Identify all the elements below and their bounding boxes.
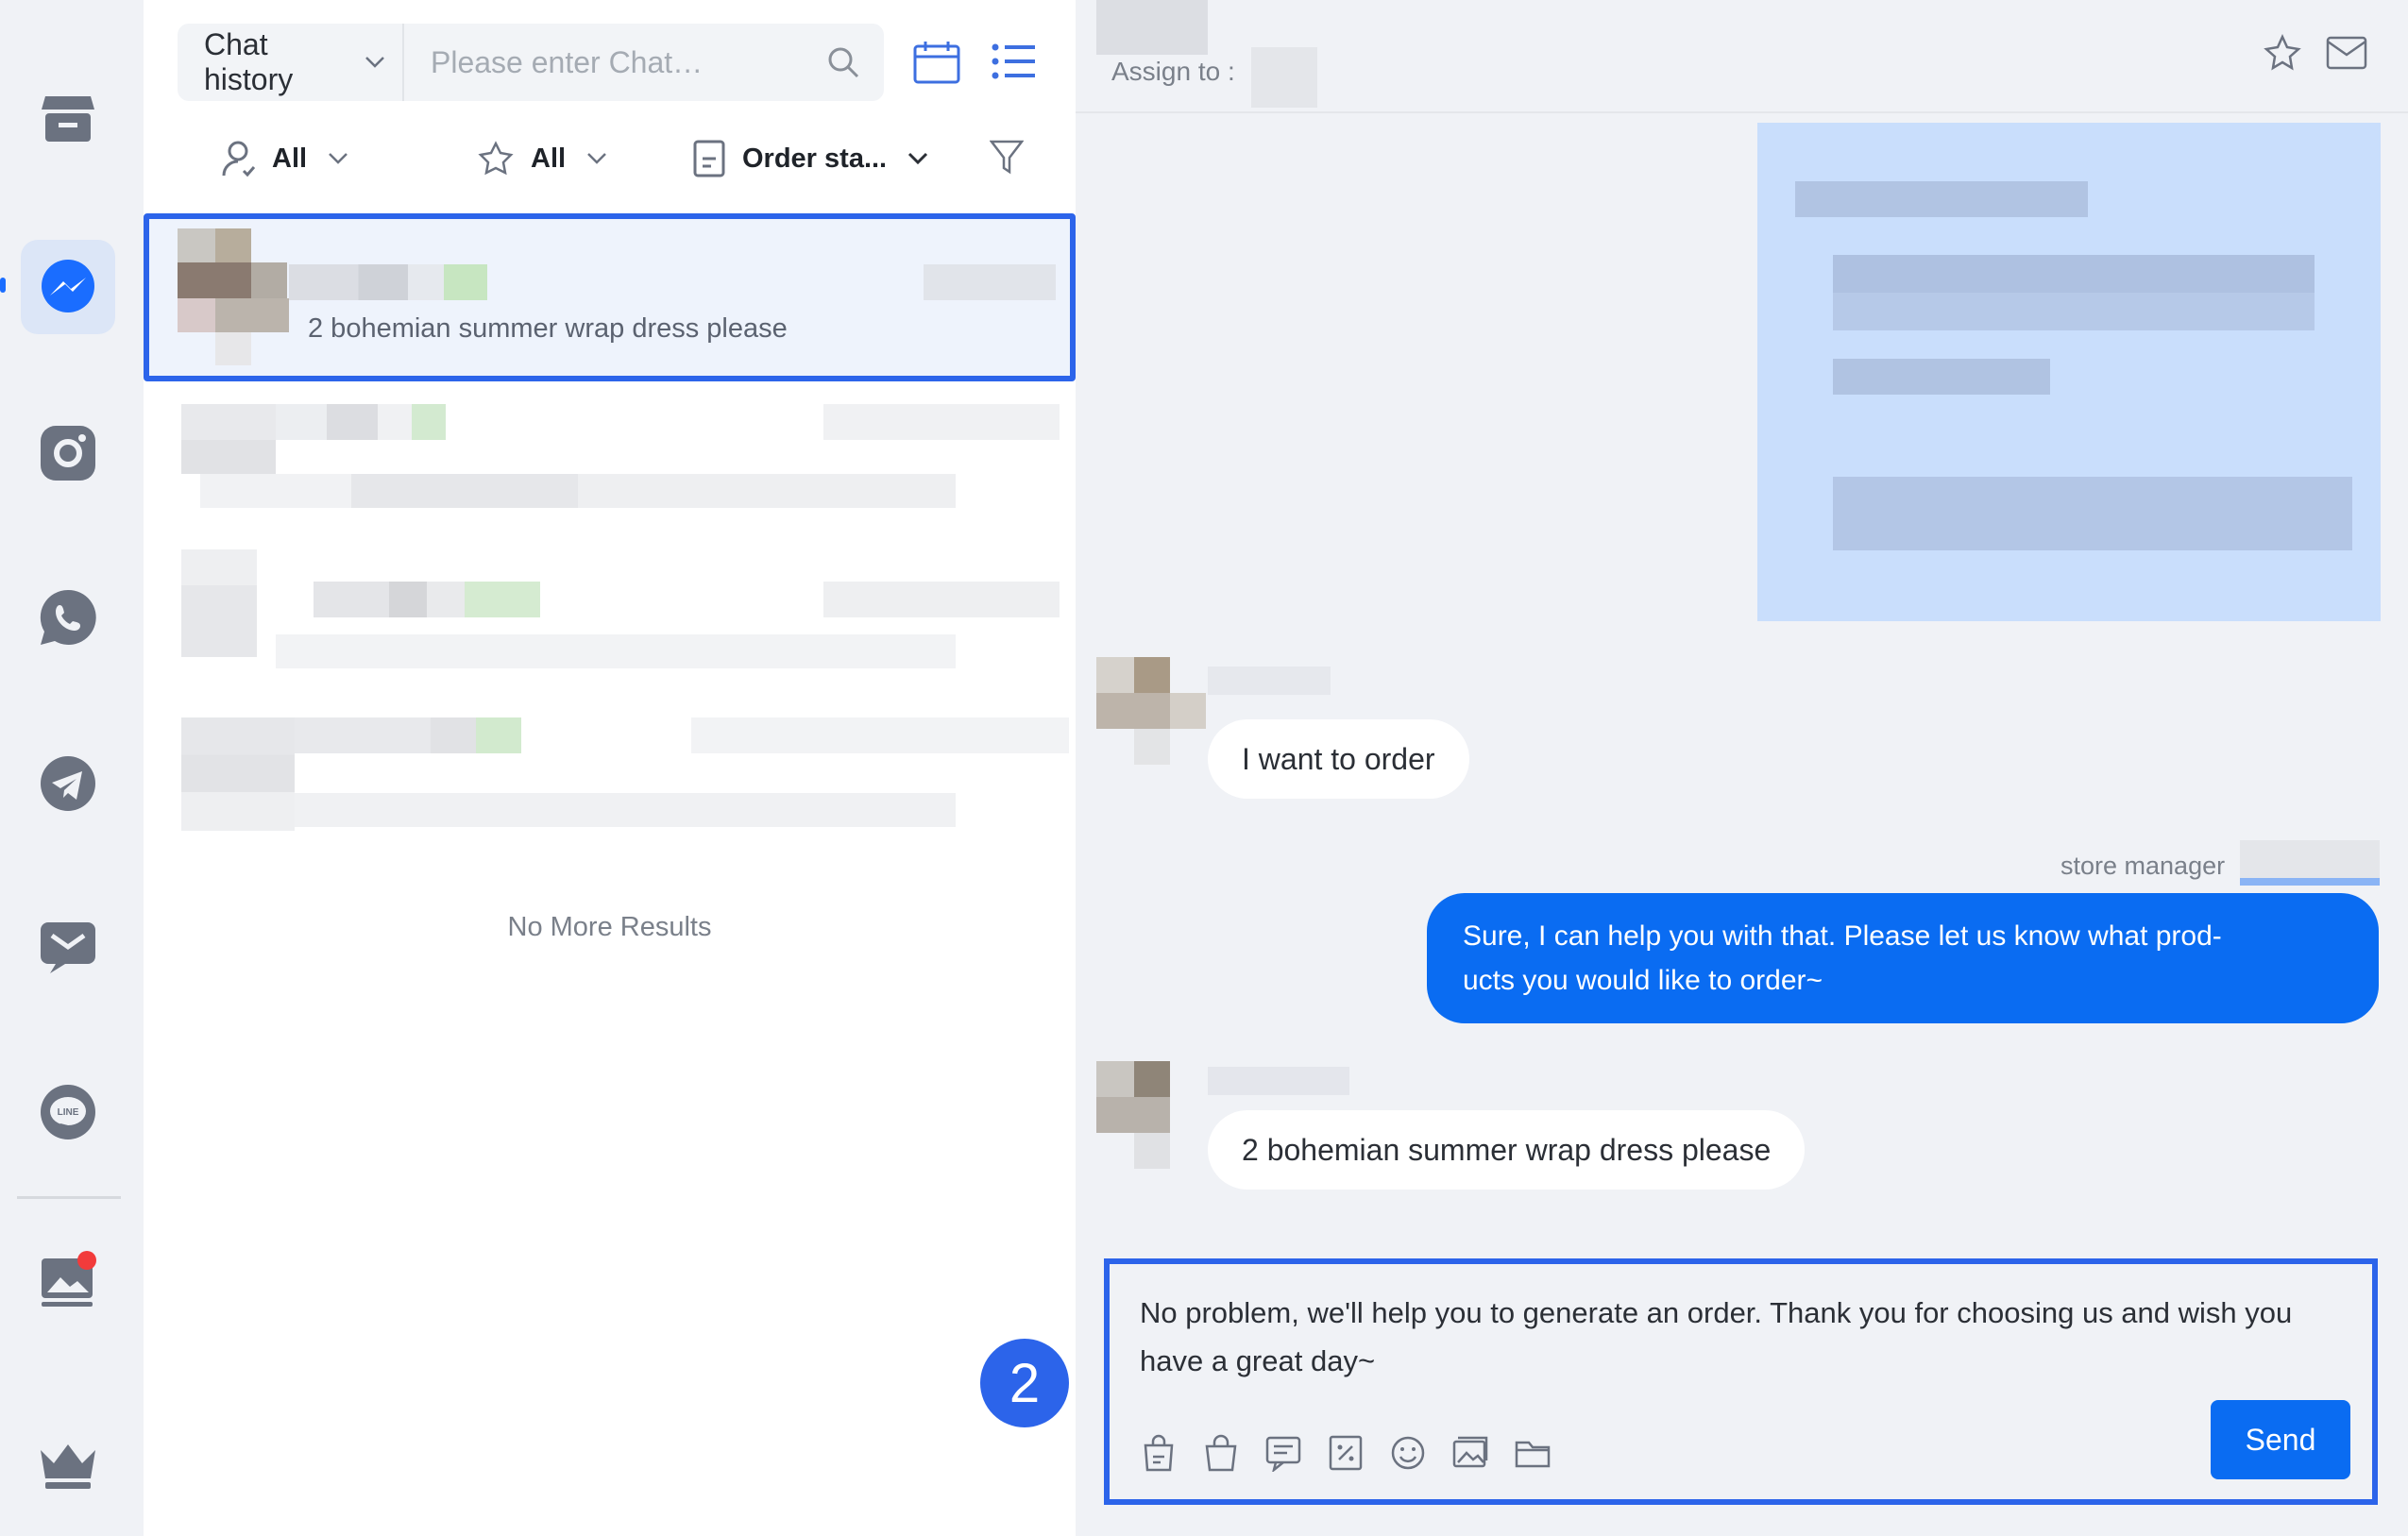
whatsapp-button[interactable] bbox=[21, 570, 115, 665]
step-marker-2: 2 bbox=[980, 1339, 1069, 1427]
chevron-down-icon bbox=[586, 152, 607, 165]
messenger-button[interactable] bbox=[21, 240, 115, 334]
active-indicator bbox=[0, 278, 6, 293]
product-catalog-icon[interactable] bbox=[1138, 1432, 1179, 1474]
star-icon[interactable] bbox=[2264, 34, 2301, 72]
rail-divider bbox=[17, 1196, 121, 1199]
message-bubble-incoming: 2 bohemian summer wrap dress please bbox=[1208, 1110, 1806, 1190]
avatar bbox=[1096, 1061, 1208, 1171]
search-scope-label: Chat history bbox=[204, 27, 294, 96]
timestamp-redacted bbox=[924, 264, 1056, 300]
conversation-panel: Assign to : I want to order store manage… bbox=[1076, 0, 2408, 1536]
crown-icon bbox=[39, 1441, 97, 1490]
composer-toolbar bbox=[1138, 1432, 1553, 1474]
star-icon bbox=[478, 141, 514, 177]
chevron-down-icon bbox=[907, 152, 928, 165]
conversation-item[interactable] bbox=[144, 540, 1076, 682]
filter-icon[interactable] bbox=[990, 140, 1024, 176]
document-icon bbox=[693, 140, 725, 177]
conversation-header: Assign to : bbox=[1076, 0, 2408, 113]
instagram-button[interactable] bbox=[21, 406, 115, 500]
line-logo-text: LINE bbox=[58, 1107, 79, 1118]
messenger-icon bbox=[39, 258, 97, 316]
sender-underline bbox=[2240, 878, 2380, 886]
search-bar: Chat history bbox=[178, 24, 884, 101]
assignee-filter[interactable]: All bbox=[221, 132, 348, 185]
gallery-icon bbox=[38, 1251, 98, 1309]
calendar-icon[interactable] bbox=[913, 41, 960, 84]
gallery-button[interactable] bbox=[21, 1233, 115, 1327]
emoji-icon[interactable] bbox=[1387, 1432, 1429, 1474]
conversation-item[interactable] bbox=[144, 717, 1076, 840]
channel-rail: LINE bbox=[0, 0, 144, 1536]
avatar bbox=[1096, 657, 1208, 767]
folder-icon[interactable] bbox=[1512, 1432, 1553, 1474]
image-message-redacted[interactable] bbox=[1757, 123, 2381, 621]
chevron-down-icon bbox=[328, 152, 348, 165]
message-input[interactable]: No problem, we'll help you to generate a… bbox=[1140, 1289, 2358, 1385]
sms-button[interactable] bbox=[21, 901, 115, 995]
sender-name-redacted bbox=[1208, 1067, 1349, 1095]
conversation-item[interactable] bbox=[144, 395, 1076, 515]
person-icon bbox=[221, 140, 255, 177]
telegram-button[interactable] bbox=[21, 736, 115, 831]
store-button[interactable] bbox=[21, 72, 115, 166]
search-input[interactable] bbox=[404, 24, 827, 101]
assignee-redacted bbox=[1251, 47, 1317, 108]
coupon-icon[interactable] bbox=[1325, 1432, 1366, 1474]
order-status-filter-label: Order sta... bbox=[742, 143, 888, 174]
contact-name-redacted bbox=[289, 264, 487, 300]
message-composer[interactable]: No problem, we'll help you to generate a… bbox=[1104, 1258, 2378, 1505]
send-button[interactable]: Send bbox=[2211, 1400, 2350, 1479]
assign-label[interactable]: Assign to : bbox=[1111, 57, 1235, 87]
search-icon[interactable] bbox=[827, 46, 859, 78]
starred-filter-label: All bbox=[531, 143, 567, 174]
sender-label: store manager bbox=[2060, 852, 2226, 880]
telegram-icon bbox=[39, 754, 97, 813]
conversation-item-selected[interactable]: 2 bohemian summer wrap dress please bbox=[144, 213, 1076, 381]
instagram-icon bbox=[39, 424, 97, 482]
message-icon bbox=[39, 920, 97, 975]
end-of-list-text: No More Results bbox=[507, 912, 712, 942]
line-button[interactable]: LINE bbox=[21, 1067, 115, 1161]
line-icon: LINE bbox=[38, 1084, 98, 1144]
mail-icon[interactable] bbox=[2326, 34, 2367, 72]
message-bubble-incoming: I want to order bbox=[1208, 719, 1469, 799]
conversation-preview: 2 bohemian summer wrap dress please bbox=[308, 313, 788, 344]
message-bubble-outgoing: Sure, I can help you with that. Please l… bbox=[1427, 893, 2379, 1023]
contact-name-redacted bbox=[1096, 0, 1208, 55]
image-upload-icon[interactable] bbox=[1450, 1432, 1491, 1474]
app-window: { "search": { "scope_label": "Chat histo… bbox=[0, 0, 2408, 1536]
conversation-list-panel: Chat history All All Order sta... bbox=[144, 0, 1076, 1536]
list-view-icon[interactable] bbox=[992, 42, 1035, 80]
sender-name-redacted bbox=[1208, 667, 1331, 695]
quick-reply-icon[interactable] bbox=[1263, 1432, 1304, 1474]
premium-button[interactable] bbox=[21, 1418, 115, 1512]
search-scope-dropdown[interactable]: Chat history bbox=[178, 24, 404, 101]
sender-name-redacted bbox=[2240, 840, 2380, 878]
avatar bbox=[178, 228, 289, 365]
assignee-filter-label: All bbox=[272, 143, 308, 174]
shopping-bag-icon[interactable] bbox=[1200, 1432, 1242, 1474]
starred-filter[interactable]: All bbox=[478, 132, 607, 185]
whatsapp-icon bbox=[39, 588, 97, 647]
chevron-down-icon bbox=[365, 56, 385, 69]
store-icon bbox=[40, 93, 96, 145]
order-status-filter[interactable]: Order sta... bbox=[693, 132, 928, 185]
